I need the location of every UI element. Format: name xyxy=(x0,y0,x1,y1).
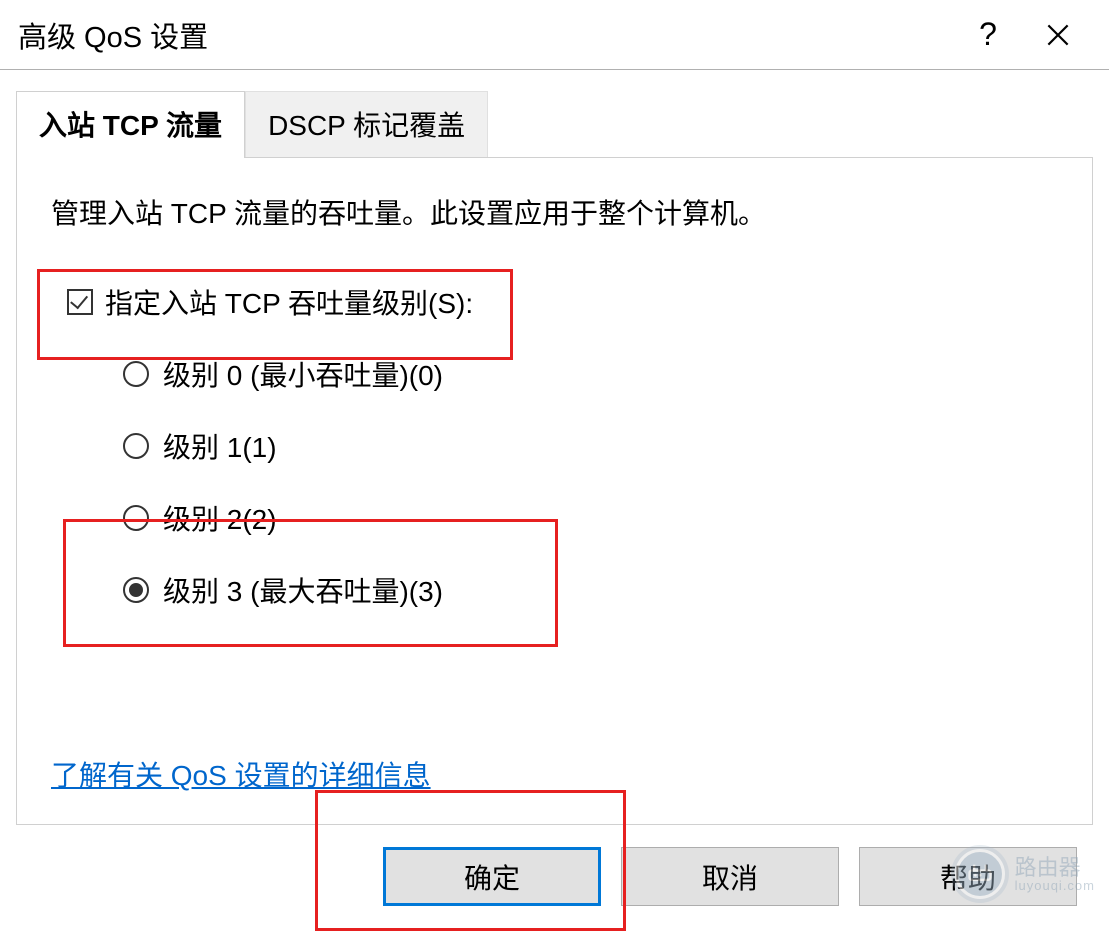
radio-icon[interactable] xyxy=(123,433,149,459)
close-icon[interactable] xyxy=(1023,0,1093,70)
dialog-buttons: 确定 取消 帮助 xyxy=(16,825,1093,906)
tab-dscp-override[interactable]: DSCP 标记覆盖 xyxy=(245,91,488,158)
radio-level-3[interactable]: 级别 3 (最大吞吐量)(3) xyxy=(123,570,1062,610)
checkbox-icon[interactable] xyxy=(67,289,93,315)
radio-icon[interactable] xyxy=(123,361,149,387)
checkbox-label: 指定入站 TCP 吞吐量级别(S): xyxy=(105,282,473,322)
radio-icon[interactable] xyxy=(123,505,149,531)
window-title: 高级 QoS 设置 xyxy=(18,14,953,56)
help-button[interactable]: 帮助 xyxy=(859,847,1077,906)
radio-label: 级别 3 (最大吞吐量)(3) xyxy=(163,570,443,610)
throughput-level-radio-group: 级别 0 (最小吞吐量)(0) 级别 1(1) 级别 2(2) 级别 3 (最大… xyxy=(123,354,1062,610)
specify-throughput-checkbox-row[interactable]: 指定入站 TCP 吞吐量级别(S): xyxy=(67,282,1062,322)
cancel-button[interactable]: 取消 xyxy=(621,847,839,906)
radio-icon[interactable] xyxy=(123,577,149,603)
ok-button[interactable]: 确定 xyxy=(383,847,601,906)
tab-label: DSCP 标记覆盖 xyxy=(268,110,465,141)
tab-strip: 入站 TCP 流量 DSCP 标记覆盖 xyxy=(16,90,1093,157)
radio-level-2[interactable]: 级别 2(2) xyxy=(123,498,1062,538)
radio-level-0[interactable]: 级别 0 (最小吞吐量)(0) xyxy=(123,354,1062,394)
panel-description: 管理入站 TCP 流量的吞吐量。此设置应用于整个计算机。 xyxy=(51,192,1062,232)
radio-label: 级别 1(1) xyxy=(163,426,277,466)
content-area: 入站 TCP 流量 DSCP 标记覆盖 管理入站 TCP 流量的吞吐量。此设置应… xyxy=(0,70,1109,906)
tab-panel: 管理入站 TCP 流量的吞吐量。此设置应用于整个计算机。 指定入站 TCP 吞吐… xyxy=(16,157,1093,825)
radio-level-1[interactable]: 级别 1(1) xyxy=(123,426,1062,466)
qos-info-link[interactable]: 了解有关 QoS 设置的详细信息 xyxy=(51,754,431,794)
help-icon[interactable]: ? xyxy=(953,0,1023,70)
tab-label: 入站 TCP 流量 xyxy=(39,110,222,141)
tab-inbound-tcp[interactable]: 入站 TCP 流量 xyxy=(16,91,245,158)
title-bar: 高级 QoS 设置 ? xyxy=(0,0,1109,70)
radio-label: 级别 2(2) xyxy=(163,498,277,538)
radio-label: 级别 0 (最小吞吐量)(0) xyxy=(163,354,443,394)
